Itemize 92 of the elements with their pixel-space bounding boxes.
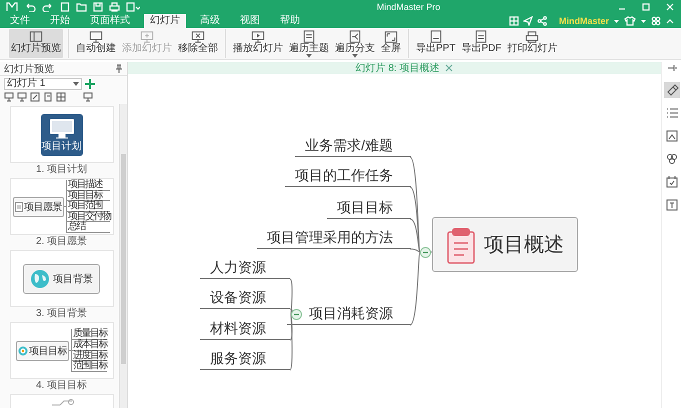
document-icon: [347, 30, 363, 44]
ribbon-button[interactable]: 幻灯片预览: [9, 29, 63, 58]
window-title: MindMaster Pro: [376, 2, 440, 12]
ribbon-button[interactable]: 全屏: [379, 29, 403, 58]
subtopic[interactable]: 服务资源: [200, 348, 290, 370]
ribbon-button[interactable]: 遍历分支: [333, 29, 377, 58]
slides-icon: [28, 30, 44, 44]
branch-label: 质量目标: [72, 329, 107, 340]
panel-title: 幻灯片预览: [4, 62, 54, 76]
presentation-icon: [88, 30, 104, 44]
ribbon-button[interactable]: 打印幻灯片: [505, 29, 560, 58]
branch-topic[interactable]: 项目管理采用的方法: [257, 227, 411, 249]
save-icon[interactable]: [93, 2, 103, 12]
grid-icon[interactable]: [56, 92, 66, 102]
slide-caption: 1. 项目计划: [36, 164, 88, 175]
share-icon[interactable]: [536, 16, 547, 26]
presentation-icon[interactable]: [83, 92, 93, 102]
shirt-icon[interactable]: [624, 16, 636, 26]
pin-icon[interactable]: [666, 63, 676, 73]
target-icon: [18, 346, 28, 356]
clover-icon: [664, 152, 678, 166]
app-logo-icon: [6, 2, 18, 12]
monitor-icon: [48, 118, 74, 140]
side-tool-button[interactable]: [664, 128, 680, 144]
subtopic[interactable]: 人力资源: [200, 257, 290, 279]
branch-label: 范围目标: [72, 361, 107, 372]
slide-thumbnail[interactable]: 项目计划: [10, 106, 114, 163]
ribbon-button[interactable]: 导出PDF: [459, 29, 504, 58]
slide-dropdown[interactable]: 幻灯片 1: [4, 78, 82, 90]
topic-node: 项目愿景: [12, 196, 64, 216]
printer-icon[interactable]: [109, 2, 120, 12]
branch-topic[interactable]: 业务需求/难题: [295, 135, 411, 157]
subtopic[interactable]: 材料资源: [200, 318, 290, 340]
branch-topic[interactable]: 项目的工作任务: [285, 165, 411, 187]
ribbon-button[interactable]: 导出PPT: [414, 29, 458, 58]
presentation-icon: [190, 30, 206, 44]
topic-node: 项目目标: [16, 340, 69, 360]
play-screen-icon: [250, 30, 266, 44]
calendar-check-icon: [664, 175, 678, 189]
presentation-icon[interactable]: [4, 92, 14, 102]
scroll-thumb[interactable]: [121, 154, 126, 364]
slide-caption: 3. 项目背景: [36, 308, 88, 319]
branch-label: 项目描述: [66, 180, 110, 191]
undo-icon[interactable]: [24, 2, 36, 12]
collapse-icon[interactable]: [290, 308, 302, 320]
printer-icon: [524, 30, 540, 44]
apps-icon[interactable]: [651, 16, 661, 26]
presentation-icon[interactable]: [17, 92, 27, 102]
ribbon-button[interactable]: 移除全部: [176, 29, 220, 58]
document-icon: [301, 30, 317, 44]
document-icon: [14, 202, 23, 212]
add-icon[interactable]: [85, 79, 95, 89]
slide-title: 项目计划: [42, 140, 82, 152]
topic-node: 项目背景: [23, 264, 100, 294]
collapse-icon[interactable]: [420, 246, 430, 258]
new-file-icon[interactable]: [60, 2, 70, 12]
close-icon[interactable]: [445, 64, 454, 72]
pin-icon[interactable]: [115, 64, 123, 73]
edit-icon[interactable]: [30, 92, 40, 102]
folder-icon[interactable]: [76, 2, 87, 12]
slide-caption: 4. 项目目标: [36, 380, 88, 391]
branch-label: 项目交付物: [66, 212, 110, 222]
side-tool-button[interactable]: [664, 197, 680, 213]
ribbon-button[interactable]: 自动创建: [74, 29, 118, 58]
redo-icon[interactable]: [42, 2, 54, 12]
central-topic[interactable]: 项目概述: [432, 217, 578, 272]
slide-thumbnail[interactable]: 项目背景: [10, 250, 114, 307]
branch-topic[interactable]: 项目目标: [327, 197, 411, 219]
subtopic[interactable]: 设备资源: [200, 287, 290, 309]
scrollbar[interactable]: [119, 104, 127, 408]
menu-tab[interactable]: 幻灯片: [144, 14, 186, 28]
send-icon[interactable]: [522, 16, 533, 26]
side-tool-button[interactable]: [664, 174, 680, 190]
slide-thumbnail[interactable]: 项目愿景 项目描述 项目目标 项目范围 项目交付物 总结: [10, 178, 114, 235]
text-box-icon: [664, 198, 678, 212]
ribbon-button[interactable]: 遍历主题: [287, 29, 331, 58]
slide-caption: 2. 项目愿景: [36, 236, 88, 247]
branch-label: 总结: [66, 222, 110, 233]
list-icon: [664, 106, 678, 120]
branch-label: 成本目标: [72, 340, 107, 350]
slide-thumbnail[interactable]: [10, 394, 114, 408]
fullscreen-icon: [383, 30, 399, 44]
image-icon: [664, 129, 678, 143]
clipboard-icon: [446, 226, 476, 264]
maximize-icon[interactable]: [641, 2, 651, 12]
presentation-icon: [139, 30, 155, 44]
caret-icon: [73, 82, 79, 86]
ribbon-button[interactable]: 播放幻灯片: [231, 29, 285, 58]
export-icon[interactable]: [126, 2, 140, 12]
document-icon[interactable]: [43, 92, 53, 102]
branch-label: 项目范围: [66, 201, 110, 212]
diagram-drawing: [50, 398, 74, 406]
